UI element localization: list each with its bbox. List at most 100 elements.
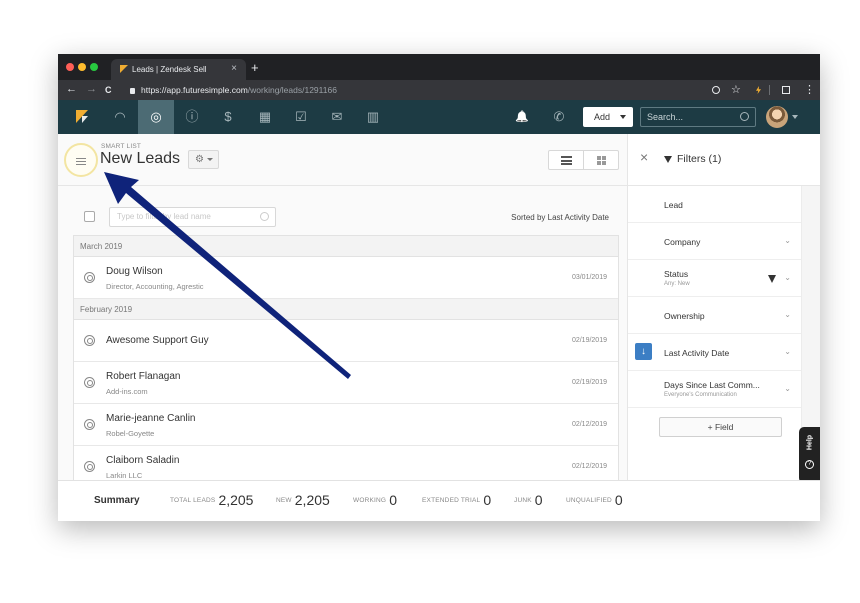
minimize-window-dot[interactable] bbox=[78, 63, 86, 71]
sort-indicator[interactable]: Sorted by Last Activity Date bbox=[511, 213, 609, 222]
leads-icon[interactable]: ◎ bbox=[138, 100, 174, 134]
grid-view-icon bbox=[597, 156, 601, 160]
group-header-february-2019: February 2019 bbox=[74, 299, 618, 320]
filters-title-text: Filters (1) bbox=[677, 153, 722, 165]
stat-working[interactable]: WORKING 0 bbox=[353, 492, 397, 510]
lead-date: 02/12/2019 bbox=[571, 463, 607, 470]
list-item[interactable]: Robert Flanagan Add-ins.com 02/19/2019 bbox=[74, 362, 618, 404]
extension-icon[interactable] bbox=[756, 86, 761, 94]
global-search-input[interactable]: Search... bbox=[640, 107, 756, 127]
add-button[interactable]: Add bbox=[583, 107, 633, 127]
filter-company[interactable]: Company ⌄ bbox=[628, 223, 803, 260]
url-field[interactable]: https://app.futuresimple.com/working/lea… bbox=[130, 85, 337, 95]
filter-placeholder: Type to filter by lead name bbox=[117, 212, 211, 221]
zendesk-sell-logo-mark bbox=[82, 116, 88, 123]
leads-list-pane: SMART LIST New Leads ⚙ Type to filter by… bbox=[58, 134, 627, 480]
stat-new[interactable]: NEW 2,205 bbox=[276, 492, 330, 510]
tasks-icon[interactable]: ☑ bbox=[283, 100, 319, 134]
view-toggle bbox=[548, 150, 619, 170]
bookmark-star-icon[interactable]: ☆ bbox=[731, 83, 741, 96]
stat-value: 0 bbox=[534, 492, 543, 508]
summary-bar: Summary TOTAL LEADS 2,205 NEW 2,205 WORKIN… bbox=[58, 480, 820, 521]
lead-subtitle: Director, Accounting, Agrestic bbox=[106, 282, 204, 291]
summary-title: Summary bbox=[94, 495, 140, 506]
tab-close-icon[interactable]: × bbox=[231, 63, 237, 74]
help-widget-button[interactable]: Help ? bbox=[799, 427, 820, 483]
list-item[interactable]: Marie-jeanne Canlin Robel-Goyette 02/12/… bbox=[74, 404, 618, 446]
stat-junk[interactable]: JUNK 0 bbox=[514, 492, 543, 510]
filter-last-activity-date[interactable]: ↓ Last Activity Date ⌄ bbox=[628, 334, 803, 371]
profile-extension-icon[interactable] bbox=[782, 86, 790, 94]
lead-name[interactable]: Claiborn Saladin bbox=[106, 455, 179, 466]
filter-ownership[interactable]: Ownership ⌄ bbox=[628, 297, 803, 334]
phone-icon[interactable]: ✆ bbox=[541, 100, 577, 134]
caret-down-icon bbox=[207, 158, 213, 161]
deals-icon[interactable]: $ bbox=[210, 100, 246, 134]
reports-icon[interactable]: ▥ bbox=[355, 100, 391, 134]
list-item[interactable]: Awesome Support Guy 02/19/2019 bbox=[74, 320, 618, 362]
forward-icon[interactable]: → bbox=[86, 83, 97, 95]
group-header-march-2019: March 2019 bbox=[74, 236, 618, 257]
list-view-button[interactable] bbox=[549, 151, 584, 169]
lead-icon bbox=[84, 335, 95, 346]
stat-total-leads[interactable]: TOTAL LEADS 2,205 bbox=[170, 492, 253, 510]
back-icon[interactable]: ← bbox=[66, 83, 77, 95]
board-view-button[interactable] bbox=[584, 151, 619, 169]
lead-date: 02/19/2019 bbox=[571, 337, 607, 344]
app-top-nav: ◠ ◎ ⓘ $ ▦ ☑ ✉ ▥ 🔔 ✆ Add Search... bbox=[58, 100, 820, 134]
list-settings-button[interactable]: ⚙ bbox=[188, 150, 219, 169]
reload-icon[interactable]: C bbox=[105, 85, 112, 95]
contacts-icon[interactable]: ⓘ bbox=[174, 100, 210, 134]
smart-lists-menu-button[interactable] bbox=[64, 143, 98, 177]
sort-descending-icon[interactable]: ↓ bbox=[635, 343, 652, 360]
browser-tab[interactable]: Leads | Zendesk Sell × bbox=[111, 59, 246, 80]
select-all-checkbox[interactable] bbox=[84, 211, 95, 222]
lead-icon bbox=[84, 461, 95, 472]
tab-title: Leads | Zendesk Sell bbox=[132, 65, 207, 74]
calendar-icon[interactable]: ▦ bbox=[247, 100, 283, 134]
browser-titlebar: Leads | Zendesk Sell × + bbox=[58, 54, 820, 80]
close-window-dot[interactable] bbox=[66, 63, 74, 71]
dashboard-icon[interactable]: ◠ bbox=[102, 100, 138, 134]
stat-unqualified[interactable]: UNQUALIFIED 0 bbox=[566, 492, 623, 510]
lead-name[interactable]: Doug Wilson bbox=[106, 266, 163, 277]
filters-title: Filters (1) bbox=[664, 153, 721, 165]
list-item[interactable]: Doug Wilson Director, Accounting, Agrest… bbox=[74, 257, 618, 299]
stat-extended-trial[interactable]: EXTENDED TRIAL 0 bbox=[422, 492, 491, 510]
filter-funnel-icon bbox=[664, 156, 672, 163]
filter-label: Company bbox=[664, 237, 701, 247]
smart-list-label: SMART LIST bbox=[101, 143, 142, 150]
notifications-bell-icon[interactable]: 🔔 bbox=[504, 100, 540, 134]
add-field-button[interactable]: + Field bbox=[659, 417, 782, 437]
avatar-caret-icon[interactable] bbox=[792, 115, 798, 119]
hamburger-icon bbox=[76, 164, 86, 166]
user-avatar[interactable] bbox=[766, 106, 788, 128]
lead-name[interactable]: Robert Flanagan bbox=[106, 371, 181, 382]
list-item[interactable]: Claiborn Saladin Larkin LLC 02/12/2019 bbox=[74, 446, 618, 480]
communication-icon[interactable]: ✉ bbox=[319, 100, 355, 134]
filter-label: Ownership bbox=[664, 311, 705, 321]
filter-label: Last Activity Date bbox=[664, 348, 730, 358]
browser-menu-icon[interactable]: ⋮ bbox=[804, 83, 815, 96]
chevron-down-icon: ⌄ bbox=[784, 347, 791, 356]
grid-view-icon bbox=[602, 156, 606, 160]
filter-status[interactable]: Status Any: New ⌄ bbox=[628, 260, 803, 297]
filter-value: Everyone's Communication bbox=[664, 392, 737, 398]
close-filters-icon[interactable]: × bbox=[640, 149, 648, 165]
lead-name[interactable]: Marie-jeanne Canlin bbox=[106, 413, 196, 424]
lead-name[interactable]: Awesome Support Guy bbox=[106, 335, 209, 346]
active-filter-funnel-icon bbox=[768, 275, 776, 283]
new-tab-button[interactable]: + bbox=[251, 60, 259, 75]
filter-lead[interactable]: Lead bbox=[628, 186, 803, 223]
zoom-window-dot[interactable] bbox=[90, 63, 98, 71]
help-icon: ? bbox=[805, 460, 814, 469]
filter-days-since-last-communication[interactable]: Days Since Last Comm... Everyone's Commu… bbox=[628, 371, 803, 408]
chevron-down-icon: ⌄ bbox=[784, 310, 791, 319]
browser-window: Leads | Zendesk Sell × + ← → C https://a… bbox=[58, 54, 820, 521]
chevron-down-icon: ⌄ bbox=[784, 384, 791, 393]
stat-label: JUNK bbox=[514, 497, 532, 504]
zoom-icon[interactable] bbox=[712, 86, 720, 94]
chevron-down-icon: ⌄ bbox=[784, 236, 791, 245]
filter-label: Days Since Last Comm... bbox=[664, 380, 760, 390]
lead-name-filter-input[interactable]: Type to filter by lead name bbox=[109, 207, 276, 227]
